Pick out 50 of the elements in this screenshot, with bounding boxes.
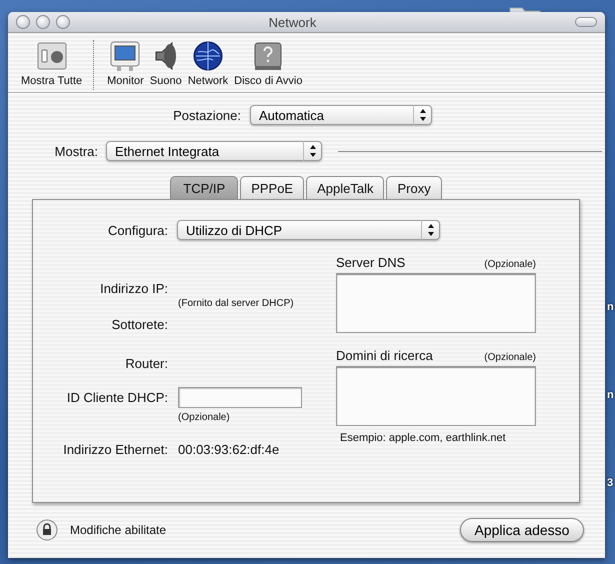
up-down-arrows-icon: [308, 144, 316, 158]
globe-icon: [192, 40, 224, 72]
toolbar-item[interactable]: Suono: [146, 40, 185, 92]
tab[interactable]: AppleTalk: [306, 176, 384, 199]
field-label: Indirizzo IP:: [99, 280, 168, 296]
popup-menu[interactable]: Automatica: [250, 105, 432, 125]
padlock-icon: [36, 519, 58, 541]
popup-menu[interactable]: Ethernet Integrata: [106, 141, 322, 161]
hint-text: (Opzionale): [484, 259, 536, 270]
hint-text: (Opzionale): [484, 352, 536, 363]
lock-status-text: Modifiche abilitate: [70, 523, 168, 537]
field-label: Sottorete:: [110, 316, 168, 332]
up-down-arrows-icon: [426, 223, 434, 237]
field-label: Mostra:: [54, 144, 98, 158]
field-label: Router:: [124, 356, 168, 370]
input-field[interactable]: [178, 387, 302, 408]
field-label: Indirizzo Ethernet:: [62, 442, 168, 456]
text-area[interactable]: [336, 273, 536, 333]
section-title: Domini di ricerca: [336, 348, 433, 363]
switch-panel-icon: [36, 40, 68, 72]
example-text: Esempio: apple.com, earthlink.net: [340, 432, 507, 444]
toolbar-item[interactable]: Disco di Avvio: [231, 40, 306, 92]
window-control-button[interactable]: [56, 15, 70, 29]
toolbar-item[interactable]: Network: [184, 40, 232, 92]
popup-menu[interactable]: Utilizzo di DHCP: [177, 220, 440, 240]
section-title: Server DNS: [336, 255, 406, 270]
toolbar-toggle-button[interactable]: [575, 17, 597, 27]
desktop-icon-label[interactable]: n: [607, 300, 614, 314]
hint-text: (Fornito dal server DHCP): [178, 298, 295, 308]
hard-disk-icon: [252, 40, 284, 72]
up-down-arrows-icon: [418, 108, 426, 122]
hint-text: (Opzionale): [178, 412, 231, 422]
tab[interactable]: PPPoE: [240, 176, 304, 199]
toolbar-item[interactable]: Mostra Tutte: [18, 40, 86, 92]
tab[interactable]: TCP/IP: [170, 176, 238, 199]
field-label: ID Cliente DHCP:: [66, 390, 168, 405]
monitor-icon: [109, 40, 142, 72]
window-title: Network: [268, 14, 318, 30]
field-label: Configura:: [107, 222, 168, 238]
tab[interactable]: Proxy: [386, 176, 442, 199]
desktop-icon-label[interactable]: n: [607, 388, 614, 402]
text-area[interactable]: [336, 366, 536, 426]
window-control-button[interactable]: [36, 15, 50, 29]
apply-button[interactable]: Applica adesso: [460, 518, 584, 542]
field-label: Postazione:: [172, 108, 241, 122]
toolbar-item[interactable]: Monitor: [104, 40, 147, 92]
lock-button[interactable]: [36, 519, 58, 541]
desktop-icon-label[interactable]: 3: [607, 476, 614, 490]
window-control-button[interactable]: [16, 15, 30, 29]
field-value: 00:03:93:62:df:4e: [178, 442, 280, 456]
